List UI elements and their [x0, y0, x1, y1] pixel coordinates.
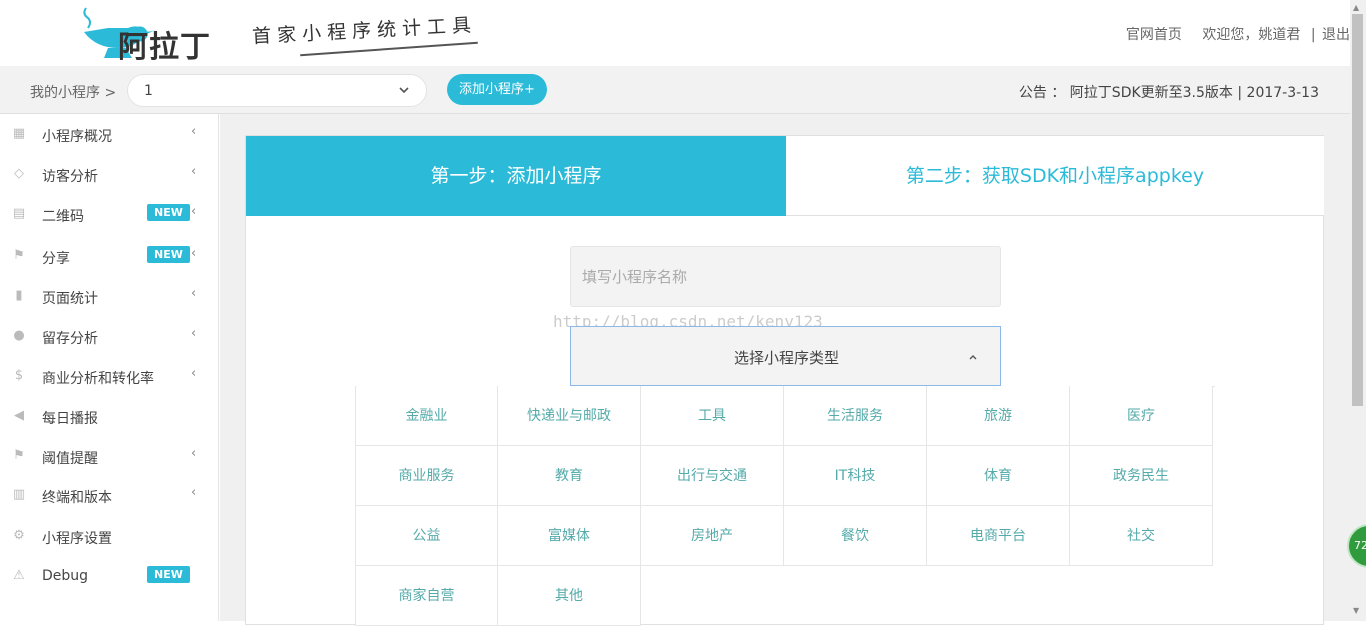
warning-icon: ⚠	[13, 568, 25, 583]
flag-icon: ⚑	[13, 448, 25, 463]
sidebar-item-label: 留存分析	[42, 331, 98, 347]
announcement[interactable]: 公告 ： 阿拉丁SDK更新至3.5版本 | 2017-3-13	[1019, 82, 1319, 102]
main-content: 第一步：添加小程序 第二步：获取SDK和小程序appkey http://blo…	[220, 114, 1350, 626]
chevron-left-icon: ‹	[191, 164, 197, 179]
scroll-up-arrow-icon[interactable]: ▲	[1353, 3, 1359, 12]
sidebar-item-7[interactable]: ◀ 每日播报	[0, 396, 219, 436]
welcome-text: 欢迎您，姚道君	[1202, 27, 1301, 43]
step2-tab[interactable]: 第二步：获取SDK和小程序appkey	[786, 136, 1324, 216]
chevron-left-icon: ‹	[191, 246, 197, 261]
category-option[interactable]: 快递业与邮政	[498, 386, 641, 446]
sidebar-item-0[interactable]: ▦ 小程序概况 ‹	[0, 114, 219, 154]
sidebar-item-label: 分享	[42, 251, 70, 267]
category-option[interactable]: 其他	[498, 566, 641, 626]
category-option[interactable]: 富媒体	[498, 506, 641, 566]
app-toolbar: 我的小程序 > 1 添加小程序+ 公告 ： 阿拉丁SDK更新至3.5版本 | 2…	[0, 66, 1350, 114]
sidebar-item-2[interactable]: ▤ 二维码 NEW ‹	[0, 194, 219, 234]
chevron-up-icon	[969, 355, 977, 360]
sidebar-item-label: 访客分析	[42, 169, 98, 185]
sidebar-item-label: 小程序设置	[42, 531, 112, 547]
chevron-left-icon: ‹	[191, 204, 197, 219]
megaphone-icon: ◀	[14, 408, 24, 423]
logo-text: 阿拉丁	[118, 30, 211, 65]
new-badge: NEW	[147, 204, 190, 221]
sidebar-item-label: Debug	[42, 568, 89, 584]
category-option[interactable]: 房地产	[641, 506, 784, 566]
sidebar-item-label: 终端和版本	[42, 490, 112, 506]
sidebar-item-label: 商业分析和转化率	[42, 371, 154, 387]
scroll-down-arrow-icon[interactable]: ▼	[1353, 606, 1359, 615]
category-option[interactable]: 旅游	[927, 386, 1070, 446]
app-name-input[interactable]	[570, 246, 1001, 307]
top-header: 阿拉丁 首家小程序统计工具 官网首页 欢迎您，姚道君 | 退出	[0, 0, 1350, 66]
app-type-select-label: 选择小程序类型	[733, 349, 839, 367]
sidebar-item-label: 每日播报	[42, 411, 98, 427]
category-option[interactable]: 出行与交通	[641, 446, 784, 506]
grid-icon: ▦	[12, 126, 26, 141]
category-option[interactable]: 商业服务	[355, 446, 498, 506]
sidebar-item-10[interactable]: ⚙ 小程序设置	[0, 516, 219, 556]
sidebar-item-4[interactable]: ▮ 页面统计 ‹	[0, 276, 219, 316]
category-option[interactable]: IT科技	[784, 446, 927, 506]
sidebar-item-6[interactable]: $ 商业分析和转化率 ‹	[0, 356, 219, 396]
app-select-dropdown[interactable]: 1	[127, 74, 427, 107]
add-app-card: 第一步：添加小程序 第二步：获取SDK和小程序appkey http://blo…	[245, 135, 1324, 626]
sidebar-item-label: 页面统计	[42, 291, 98, 307]
user-icon: ●	[13, 328, 25, 343]
sidebar-item-11[interactable]: ⚠ Debug NEW	[0, 556, 219, 596]
chevron-left-icon: ‹	[191, 286, 197, 301]
flag-icon: ⚑	[13, 248, 25, 263]
category-option[interactable]: 医疗	[1070, 386, 1213, 446]
new-badge: NEW	[147, 566, 190, 583]
sidebar-item-1[interactable]: ◇ 访客分析 ‹	[0, 154, 219, 194]
category-option[interactable]: 社交	[1070, 506, 1213, 566]
chevron-left-icon: ‹	[191, 326, 197, 341]
top-links: 官网首页 欢迎您，姚道君 | 退出	[1090, 24, 1350, 44]
link-separator: |	[1310, 27, 1316, 43]
category-option[interactable]: 公益	[355, 506, 498, 566]
sidebar-item-5[interactable]: ● 留存分析 ‹	[0, 316, 219, 356]
sidebar-item-label: 阈值提醒	[42, 451, 98, 467]
step1-tab[interactable]: 第一步：添加小程序	[246, 136, 786, 216]
category-option[interactable]: 电商平台	[927, 506, 1070, 566]
category-option[interactable]: 金融业	[355, 386, 498, 446]
chevron-left-icon: ‹	[191, 124, 197, 139]
category-option[interactable]: 教育	[498, 446, 641, 506]
sidebar-item-label: 二维码	[42, 209, 84, 225]
category-option[interactable]: 工具	[641, 386, 784, 446]
category-option[interactable]: 商家自营	[355, 566, 498, 626]
gear-icon: ⚙	[13, 528, 25, 543]
app-select-value: 1	[144, 83, 153, 99]
sidebar-item-9[interactable]: ▥ 终端和版本 ‹	[0, 475, 219, 515]
new-badge: NEW	[147, 246, 190, 263]
add-app-button[interactable]: 添加小程序+	[447, 74, 547, 105]
sidebar-item-label: 小程序概况	[42, 129, 112, 145]
chevron-left-icon: ‹	[191, 366, 197, 381]
page-icon: ▮	[15, 288, 23, 303]
diamond-icon: ◇	[14, 166, 24, 181]
breadcrumb[interactable]: 我的小程序 >	[30, 82, 116, 102]
app-type-select[interactable]: 选择小程序类型	[570, 326, 1001, 386]
chevron-down-icon	[399, 87, 409, 94]
home-link[interactable]: 官网首页	[1126, 27, 1182, 43]
scrollbar-thumb[interactable]	[1352, 14, 1363, 406]
sidebar-item-8[interactable]: ⚑ 阈值提醒 ‹	[0, 436, 219, 476]
category-option[interactable]: 餐饮	[784, 506, 927, 566]
slogan: 首家小程序统计工具	[251, 14, 478, 48]
sidebar-item-3[interactable]: ⚑ 分享 NEW ‹	[0, 236, 219, 276]
logout-link[interactable]: 退出	[1322, 27, 1350, 43]
category-option[interactable]: 政务民生	[1070, 446, 1213, 506]
chevron-left-icon: ‹	[191, 485, 197, 500]
chevron-left-icon: ‹	[191, 446, 197, 461]
category-option[interactable]: 生活服务	[784, 386, 927, 446]
qrcode-icon: ▤	[12, 206, 26, 221]
bar-chart-icon: ▥	[12, 487, 26, 502]
dollar-icon: $	[14, 368, 24, 383]
category-option[interactable]: 体育	[927, 446, 1070, 506]
sidebar: ▦ 小程序概况 ‹ ◇ 访客分析 ‹ ▤ 二维码 NEW ‹ ⚑ 分享 NEW ‹ ▮ 页面统计 ‹ ● 留存分析 ‹…	[0, 114, 219, 621]
